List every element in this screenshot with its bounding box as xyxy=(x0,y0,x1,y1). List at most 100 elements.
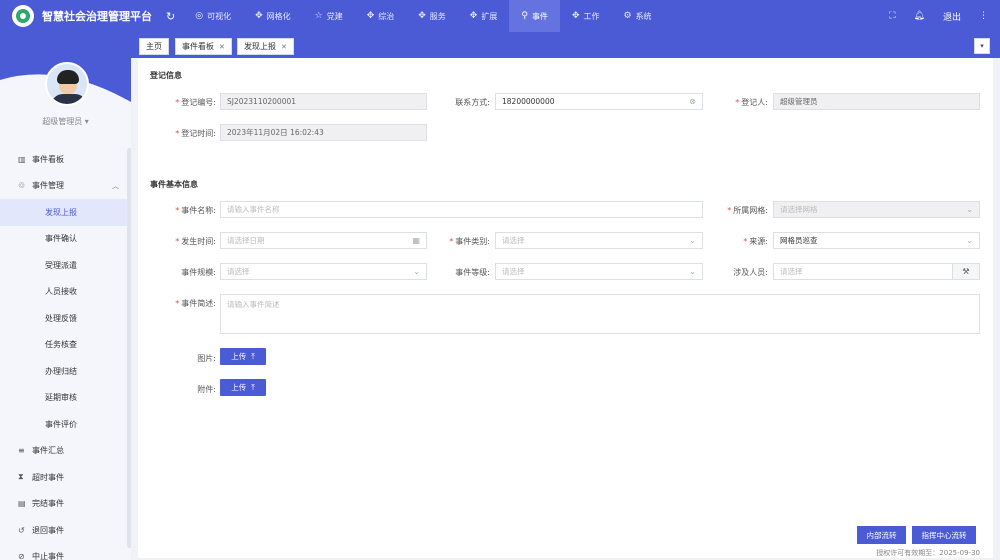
topnav-item-8[interactable]: ⚙ 系统 xyxy=(611,0,663,32)
chevron-down-icon: ⌄ xyxy=(689,236,696,245)
chevron-down-icon: ⌄ xyxy=(966,236,973,245)
scale-select[interactable]: 请选择 ⌄ xyxy=(220,263,427,280)
sidebar-subitem-4[interactable]: 受理派遣 xyxy=(0,252,131,279)
reg-no-field: SJ2023110200001 xyxy=(220,93,427,110)
sidebar-subitem-10[interactable]: 事件评价 xyxy=(0,411,131,438)
source-select[interactable]: 网格员巡查 ⌄ xyxy=(773,232,980,249)
topnav-item-5[interactable]: ✥ 扩展 xyxy=(458,0,510,32)
sidebar-subitem-7[interactable]: 任务核查 xyxy=(0,332,131,359)
topnav-item-7[interactable]: ✥ 工作 xyxy=(560,0,612,32)
chevron-down-icon: ⌄ xyxy=(413,267,420,276)
sidebar-item-label: 办理归结 xyxy=(45,366,77,376)
refresh-icon[interactable]: ↻ xyxy=(166,10,175,23)
service-icon: ✥ xyxy=(418,11,426,21)
sidebar-item-11[interactable]: ≡ 事件汇总 xyxy=(0,438,131,465)
upload-images-button[interactable]: 上传 ⤒ xyxy=(220,348,266,365)
clear-icon[interactable]: ⊗ xyxy=(689,97,696,106)
topnav-item-0[interactable]: ◎ 可视化 xyxy=(183,0,243,32)
person-picker-button[interactable]: ⚒ xyxy=(952,263,980,280)
sidebar-subitem-2[interactable]: 发现上报 xyxy=(0,199,131,226)
upload-icon: ⤒ xyxy=(251,351,255,361)
tab-discover-report[interactable]: 发现上报 ✕ xyxy=(237,38,294,55)
sidebar-item-12[interactable]: ⧗ 超时事件 xyxy=(0,464,131,491)
registrant-label: * 登记人: xyxy=(735,98,768,107)
grid-select[interactable]: 请选择网格 ⌄ xyxy=(773,201,980,218)
reg-no-label: * 登记编号: xyxy=(175,98,216,107)
logout-link[interactable]: 退出 xyxy=(943,10,961,23)
work-icon: ✥ xyxy=(571,11,580,21)
sidebar-subitem-6[interactable]: 处理反馈 xyxy=(0,305,131,332)
sidebar-item-label: 任务核查 xyxy=(45,340,77,350)
topnav-item-6[interactable]: ⚲ 事件 xyxy=(509,0,560,32)
section-title-basic: 事件基本信息 xyxy=(150,180,198,189)
top-right-tools: ⛶ 🔔︎ 退出 ⋮ xyxy=(889,0,988,32)
tab-event-dashboard[interactable]: 事件看板 ✕ xyxy=(175,38,232,55)
main-scrollbar[interactable] xyxy=(993,60,999,560)
topnav-item-2[interactable]: ☆ 党建 xyxy=(303,0,355,32)
sidebar-subitem-9[interactable]: 延期审核 xyxy=(0,385,131,412)
main-content: 登记信息 * 登记编号: SJ2023110200001 联系方式: 182000… xyxy=(138,58,993,558)
fullscreen-icon[interactable]: ⛶ xyxy=(889,11,895,21)
topnav-label: 系统 xyxy=(635,11,652,21)
occur-time-picker[interactable]: 请选择日期 ▦ xyxy=(220,232,427,249)
sidebar-item-15[interactable]: ⊘ 中止事件 xyxy=(0,544,131,560)
sidebar-item-14[interactable]: ↺ 退回事件 xyxy=(0,517,131,544)
category-label: * 事件类别: xyxy=(449,237,490,246)
internal-transfer-button[interactable]: 内部流转 xyxy=(857,526,906,544)
grid-icon: ✥ xyxy=(255,11,263,21)
desc-textarea[interactable]: 请输入事件简述 xyxy=(220,294,980,334)
topnav-item-3[interactable]: ✥ 综治 xyxy=(355,0,407,32)
sidebar-subitem-5[interactable]: 人员接收 xyxy=(0,279,131,306)
topnav-label: 服务 xyxy=(429,11,446,21)
tab-home[interactable]: 主页 xyxy=(139,38,169,55)
sidebar-item-label: 发现上报 xyxy=(45,207,77,217)
chart-icon: ▥ xyxy=(18,154,26,164)
sidebar-item-label: 事件看板 xyxy=(32,154,64,164)
sidebar-scrollbar[interactable] xyxy=(127,148,131,548)
sidebar-subitem-8[interactable]: 办理归结 xyxy=(0,358,131,385)
sidebar-item-13[interactable]: ▤ 完结事件 xyxy=(0,491,131,518)
eye-icon: ◎ xyxy=(195,11,204,21)
bell-icon[interactable]: 🔔︎ xyxy=(914,11,925,21)
topnav-item-1[interactable]: ✥ 网格化 xyxy=(243,0,303,32)
return-icon: ↺ xyxy=(18,525,25,535)
app-logo-icon xyxy=(12,5,34,27)
user-menu[interactable]: 超级管理员 ▾ xyxy=(0,116,131,127)
topnav-item-4[interactable]: ✥ 服务 xyxy=(406,0,458,32)
stop-icon: ⊘ xyxy=(18,552,25,560)
event-name-input[interactable]: 请输入事件名称 xyxy=(220,201,703,218)
grid-label: * 所属网格: xyxy=(727,206,768,215)
chevron-down-icon: ⌄ xyxy=(966,205,973,214)
event-name-label: * 事件名称: xyxy=(175,206,216,215)
registrant-field: 超级管理员 xyxy=(773,93,980,110)
more-vertical-icon[interactable]: ⋮ xyxy=(979,11,988,21)
close-icon[interactable]: ✕ xyxy=(219,43,225,51)
contact-field[interactable]: 18200000000 ⊗ xyxy=(495,93,703,110)
sidebar-item-0[interactable]: ▥ 事件看板 xyxy=(0,146,131,173)
level-select[interactable]: 请选择 ⌄ xyxy=(495,263,703,280)
persons-input[interactable]: 请选择 xyxy=(773,263,953,280)
tabs-dropdown-button[interactable]: ▾ xyxy=(974,38,990,54)
section-title-register: 登记信息 xyxy=(150,71,182,80)
sidebar-item-label: 退回事件 xyxy=(32,525,64,535)
sidebar-subitem-3[interactable]: 事件确认 xyxy=(0,226,131,253)
sidebar-item-1[interactable]: ♲ 事件管理 ︿ xyxy=(0,173,131,200)
close-icon[interactable]: ✕ xyxy=(281,43,287,51)
chevron-down-icon: ▾ xyxy=(980,42,984,50)
topnav-label: 网格化 xyxy=(266,11,291,21)
location-icon: ⚲ xyxy=(521,11,528,21)
occur-time-label: * 发生时间: xyxy=(175,237,216,246)
upload-attachments-button[interactable]: 上传 ⤒ xyxy=(220,379,266,396)
sidebar-item-label: 事件汇总 xyxy=(32,446,64,456)
chevron-up-icon: ︿ xyxy=(112,181,119,190)
top-nav: ◎ 可视化 ✥ 网格化 ☆ 党建 ✥ 综治 ✥ 服务 ✥ 扩展 ⚲ 事件 ✥ 工作 ⚙ 系统 xyxy=(183,0,663,32)
images-label: 图片: xyxy=(197,354,216,363)
command-center-transfer-button[interactable]: 指挥中心流转 xyxy=(912,526,976,544)
expand-icon: ✥ xyxy=(469,11,478,21)
level-label: 事件等级: xyxy=(455,268,490,277)
star-icon: ☆ xyxy=(314,11,323,21)
license-note: 授权许可有效期至：2025-09-30 xyxy=(876,549,980,557)
category-select[interactable]: 请选择 ⌄ xyxy=(495,232,703,249)
avatar[interactable] xyxy=(45,62,89,106)
sidebar-item-label: 事件管理 xyxy=(32,181,64,191)
